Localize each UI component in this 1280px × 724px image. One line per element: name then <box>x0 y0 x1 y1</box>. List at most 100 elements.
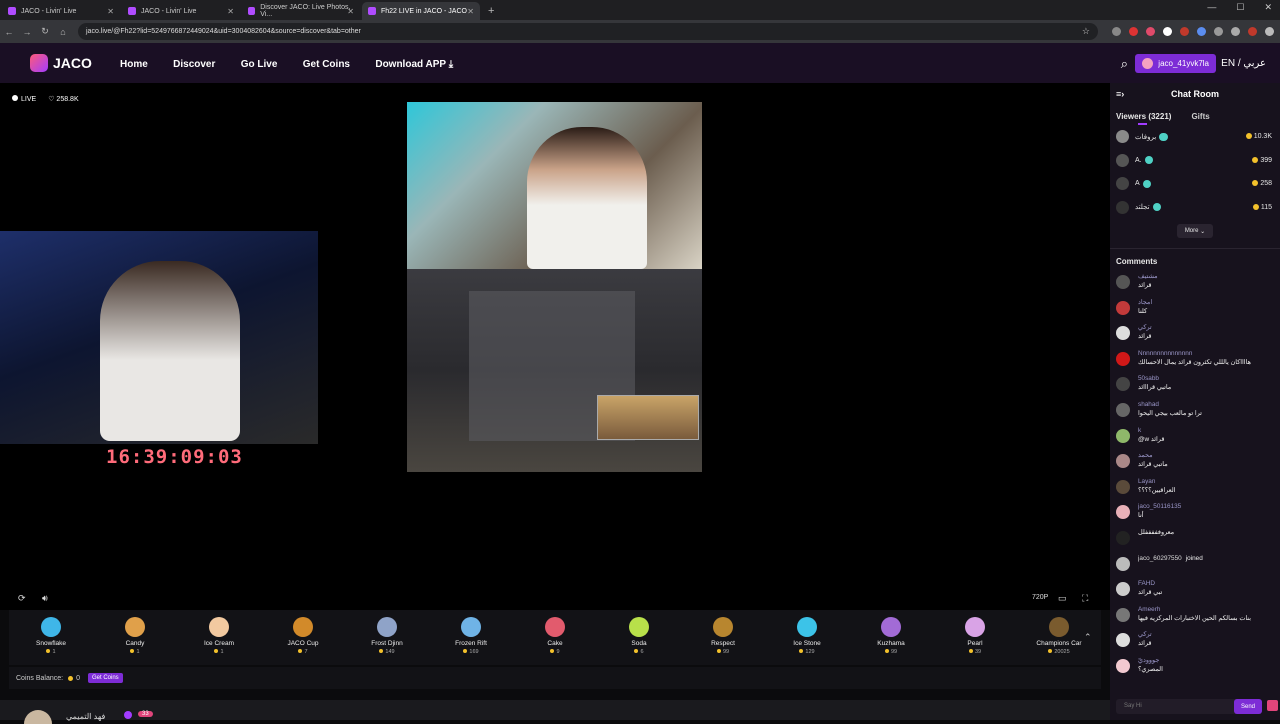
new-tab-icon[interactable]: + <box>488 2 494 20</box>
commenter-name[interactable]: jaco_50116135 <box>1138 502 1181 511</box>
refresh-icon[interactable]: ⟳ <box>18 593 26 604</box>
search-icon[interactable]: ⌕ <box>1121 56 1128 72</box>
commenter-avatar[interactable] <box>1116 377 1130 392</box>
commenter-avatar[interactable] <box>1116 351 1130 366</box>
commenter-name[interactable]: k <box>1138 426 1164 435</box>
close-tab-icon[interactable]: ✕ <box>107 7 114 16</box>
viewer-row[interactable]: تجلتد 115 <box>1110 196 1280 220</box>
commenter-name[interactable]: تركي <box>1138 630 1152 639</box>
browser-tab[interactable]: JACO - Livin' Live ✕ <box>122 2 240 20</box>
user-menu-button[interactable]: jaco_41yvk7la <box>1135 54 1216 73</box>
tab-gifts[interactable]: Gifts <box>1191 112 1209 121</box>
reload-icon[interactable]: ↻ <box>36 26 54 37</box>
commenter-avatar[interactable] <box>1116 402 1130 417</box>
live-stream-player[interactable]: LIVE ♡ 258.8K 16:39:09:03 ⟳ 🔊︎ 720P ▭ ⛶ <box>0 83 1110 610</box>
nav-get-coins[interactable]: Get Coins <box>303 59 350 70</box>
commenter-avatar[interactable] <box>1116 275 1130 289</box>
close-tab-icon[interactable]: ✕ <box>347 7 354 16</box>
minimize-icon[interactable]: — <box>1207 2 1216 13</box>
gift-item[interactable]: Snowflake 1 <box>9 610 93 665</box>
volume-icon[interactable]: 🔊︎ <box>42 593 48 604</box>
comments-list[interactable]: مشتيف قرائد امجاد كلنا تركي قرائد Nnnnnnnnnnnn… <box>1110 268 1280 678</box>
commenter-avatar[interactable] <box>1116 633 1130 648</box>
home-icon[interactable]: ⌂ <box>54 27 72 37</box>
chevron-up-icon[interactable]: ⌃ <box>1084 632 1092 643</box>
viewer-row[interactable]: A. 399 <box>1110 149 1280 173</box>
commenter-name[interactable]: Layan <box>1138 477 1175 486</box>
commenter-avatar[interactable] <box>1116 658 1130 673</box>
gift-item[interactable]: Candy 1 <box>93 610 177 665</box>
nav-discover[interactable]: Discover <box>173 59 215 70</box>
viewer-row[interactable]: A 258 <box>1110 172 1280 196</box>
nav-home[interactable]: Home <box>120 59 148 70</box>
collapse-chat-icon[interactable]: ≡› <box>1116 89 1124 99</box>
commenter-name[interactable]: جوووديّ <box>1138 656 1163 665</box>
profile-avatar[interactable] <box>1248 27 1257 36</box>
browser-tab[interactable]: Discover JACO: Live Photos, Vi... ✕ <box>242 2 360 20</box>
commenter-name[interactable]: 50sabb <box>1138 374 1171 383</box>
chat-input[interactable]: Say Hi Send <box>1116 699 1262 714</box>
gift-item[interactable]: Respect 99 <box>681 610 765 665</box>
url-input[interactable]: jaco.live/@Fh22?lid=5249766872449024&uid… <box>78 23 1098 40</box>
gift-item[interactable]: Kuzhama 99 <box>849 610 933 665</box>
gift-item[interactable]: Frost Djinn 149 <box>345 610 429 665</box>
forward-icon[interactable]: → <box>18 27 36 37</box>
extension-icon[interactable] <box>1112 27 1121 36</box>
commenter-name[interactable]: Nnnnnnnnnnnnnnn <box>1138 349 1251 358</box>
commenter-name[interactable]: jaco_60297550 <box>1138 555 1182 562</box>
commenter-avatar[interactable] <box>1116 607 1130 622</box>
theater-mode-icon[interactable]: ▭ <box>1058 593 1067 604</box>
commenter-avatar[interactable] <box>1116 300 1130 315</box>
extension-icon[interactable] <box>1197 27 1206 36</box>
fullscreen-icon[interactable]: ⛶ <box>1082 593 1088 604</box>
commenter-name[interactable]: shahad <box>1138 400 1202 409</box>
language-switch[interactable]: EN / عربي <box>1221 58 1266 69</box>
nav-download-app[interactable]: Download APP ⤓ <box>375 59 453 70</box>
gift-item[interactable]: Pearl 39 <box>933 610 1017 665</box>
gift-item[interactable]: Ice Cream 1 <box>177 610 261 665</box>
like-heart-icon[interactable] <box>1267 700 1278 711</box>
get-coins-button[interactable]: Get Coins <box>88 673 123 683</box>
commenter-name[interactable]: Ameerh <box>1138 605 1251 614</box>
commenter-avatar[interactable] <box>1116 530 1130 545</box>
commenter-name[interactable]: تركي <box>1138 323 1152 332</box>
gift-item[interactable]: Cake 9 <box>513 610 597 665</box>
more-viewers-button[interactable]: More ⌄ <box>1177 224 1213 238</box>
browser-tab-active[interactable]: Fh22 LIVE in JACO - JACO ✕ <box>362 2 480 20</box>
commenter-name[interactable]: FAHD <box>1138 579 1162 588</box>
puzzle-icon[interactable] <box>1214 27 1223 36</box>
gift-item[interactable]: JACO Cup 7 <box>261 610 345 665</box>
commenter-avatar[interactable] <box>1116 505 1130 520</box>
bookmark-star-icon[interactable]: ☆ <box>1082 26 1090 37</box>
menu-kebab-icon[interactable] <box>1265 27 1274 36</box>
extension-icon[interactable] <box>1163 27 1172 36</box>
commenter-name[interactable]: محمد <box>1138 451 1168 460</box>
commenter-avatar[interactable] <box>1116 326 1130 341</box>
extension-icon[interactable] <box>1146 27 1155 36</box>
send-button[interactable]: Send <box>1234 699 1262 714</box>
nav-go-live[interactable]: Go Live <box>241 59 278 70</box>
close-tab-icon[interactable]: ✕ <box>467 7 474 16</box>
close-window-icon[interactable]: ✕ <box>1264 2 1272 13</box>
commenter-avatar[interactable] <box>1116 454 1130 469</box>
extension-icon[interactable] <box>1129 27 1138 36</box>
back-icon[interactable]: ← <box>0 27 18 37</box>
quality-selector[interactable]: 720P <box>1032 594 1048 601</box>
streamer-avatar[interactable] <box>24 710 52 724</box>
commenter-avatar[interactable] <box>1116 479 1130 494</box>
commenter-avatar[interactable] <box>1116 582 1130 597</box>
commenter-name[interactable]: مشتيف <box>1138 272 1158 281</box>
gift-item[interactable]: Frozen Rift 169 <box>429 610 513 665</box>
commenter-avatar[interactable] <box>1116 428 1130 443</box>
tab-viewers[interactable]: Viewers (3221) <box>1116 112 1171 121</box>
gift-item[interactable]: Soda 6 <box>597 610 681 665</box>
gift-item[interactable]: Ice Stone 129 <box>765 610 849 665</box>
browser-tab[interactable]: JACO - Livin' Live ✕ <box>2 2 120 20</box>
download-icon[interactable] <box>1231 27 1240 36</box>
commenter-avatar[interactable] <box>1116 556 1130 571</box>
maximize-icon[interactable]: ☐ <box>1236 2 1244 13</box>
close-tab-icon[interactable]: ✕ <box>227 7 234 16</box>
commenter-name[interactable]: امجاد <box>1138 298 1152 307</box>
extension-icon[interactable] <box>1180 27 1189 36</box>
jaco-logo[interactable]: JACO <box>30 54 120 72</box>
